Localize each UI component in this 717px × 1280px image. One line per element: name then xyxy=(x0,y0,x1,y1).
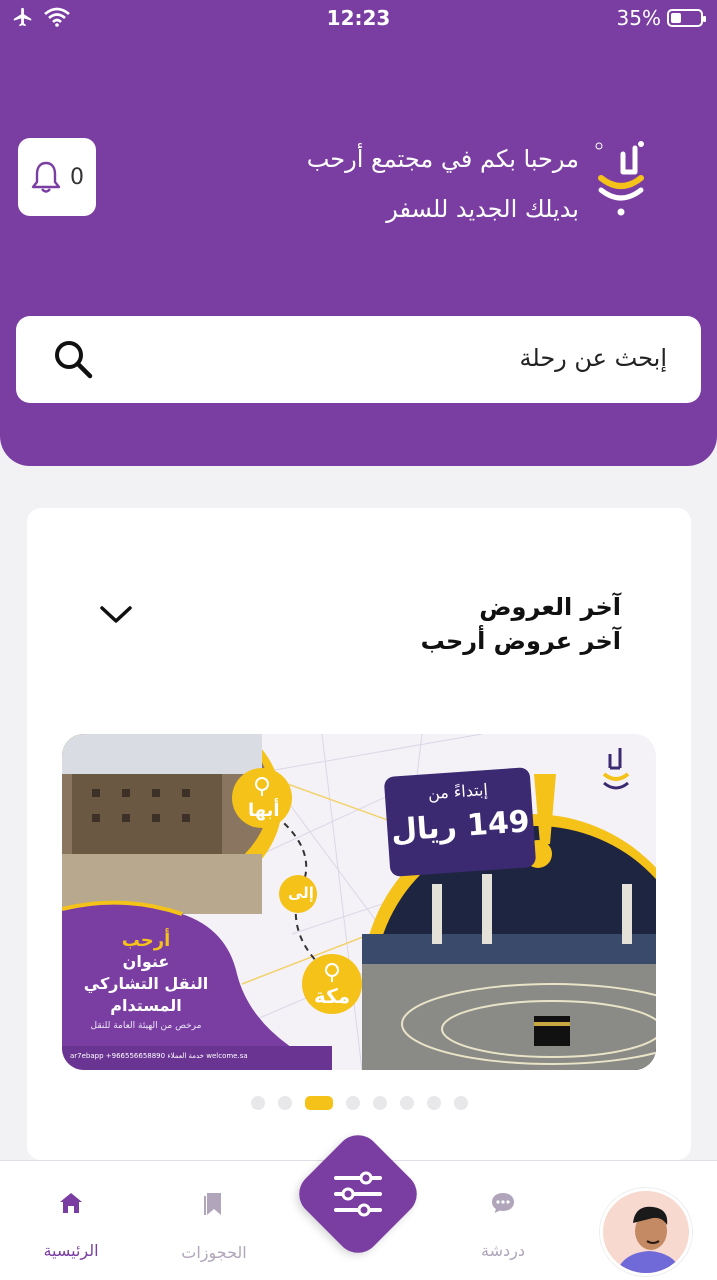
notifications-button[interactable]: 0 xyxy=(18,138,96,216)
status-bar: 12:23 35% xyxy=(0,0,717,36)
offers-subtitle: آخر عروض أرحب xyxy=(420,627,621,655)
offers-card: آخر العروض آخر عروض أرحب إبتداءً من 149 … xyxy=(27,508,691,1160)
price-value: 149 ريال xyxy=(389,804,531,849)
avatar[interactable] xyxy=(600,1188,692,1276)
carousel-dot[interactable] xyxy=(345,1096,360,1110)
banner-promo-text: أرحب عنوان النقل التشاركي المستدام مرخص … xyxy=(72,930,220,1031)
banner-tagline-1: عنوان xyxy=(122,952,170,971)
nav-bookings-label: الحجوزات xyxy=(181,1243,247,1262)
clock: 12:23 xyxy=(326,6,391,30)
carousel-pagination[interactable] xyxy=(27,1096,691,1110)
offer-banner[interactable]: إبتداءً من 149 ريال أبها إلى مكة أرحب عن… xyxy=(62,734,656,1070)
header: مرحبا بكم في مجتمع أرحب بديلك الجديد للس… xyxy=(0,0,717,466)
carousel-dot[interactable] xyxy=(277,1096,292,1110)
notification-count: 0 xyxy=(70,164,84,190)
nav-chat-label: دردشة xyxy=(481,1241,525,1260)
carousel-dot[interactable] xyxy=(304,1096,333,1110)
bookmark-icon xyxy=(204,1193,221,1215)
chevron-down-icon[interactable] xyxy=(99,604,133,626)
welcome-line-1: مرحبا بكم في مجتمع أرحب xyxy=(306,145,579,173)
welcome-line-2: بديلك الجديد للسفر xyxy=(386,195,579,223)
battery-percent: 35% xyxy=(616,6,661,30)
carousel-dot[interactable] xyxy=(399,1096,414,1110)
banner-tagline-2: النقل التشاركي xyxy=(83,974,209,993)
carousel-dot[interactable] xyxy=(250,1096,265,1110)
nav-chat[interactable]: دردشة xyxy=(470,1191,536,1260)
home-icon xyxy=(60,1193,82,1213)
chat-icon xyxy=(492,1193,514,1213)
filter-sliders-icon[interactable] xyxy=(330,1168,386,1220)
battery-icon xyxy=(667,9,706,27)
search-bar[interactable]: إبحث عن رحلة xyxy=(16,316,701,403)
city-from-label: أبها xyxy=(248,800,280,821)
carousel-dot[interactable] xyxy=(426,1096,441,1110)
banner-tagline-3: المستدام xyxy=(110,996,182,1015)
city-to-label: مكة xyxy=(314,984,351,1008)
search-icon[interactable] xyxy=(52,338,94,380)
arhab-logo xyxy=(595,141,644,216)
nav-bookings[interactable]: الحجوزات xyxy=(178,1191,250,1262)
banner-contact: ar7ebapp +966556658890 خدمة العملاء welc… xyxy=(70,1052,248,1060)
nav-home-label: الرئيسية xyxy=(43,1241,99,1260)
offers-title: آخر العروض xyxy=(479,593,621,621)
carousel-dot[interactable] xyxy=(453,1096,468,1110)
banner-brand: أرحب xyxy=(121,930,171,951)
search-placeholder: إبحث عن رحلة xyxy=(519,344,668,372)
banner-licensed: مرخص من الهيئة العامة للنقل xyxy=(90,1021,202,1031)
nav-home[interactable]: الرئيسية xyxy=(38,1191,104,1260)
offers-heading: آخر العروض آخر عروض أرحب xyxy=(421,590,621,658)
price-from-label: إبتداءً من xyxy=(427,780,489,804)
to-label: إلى xyxy=(288,884,314,902)
price-badge: إبتداءً من 149 ريال xyxy=(383,767,537,877)
welcome-text: مرحبا بكم في مجتمع أرحب بديلك الجديد للس… xyxy=(307,134,579,234)
carousel-dot[interactable] xyxy=(372,1096,387,1110)
bell-icon xyxy=(31,161,61,193)
